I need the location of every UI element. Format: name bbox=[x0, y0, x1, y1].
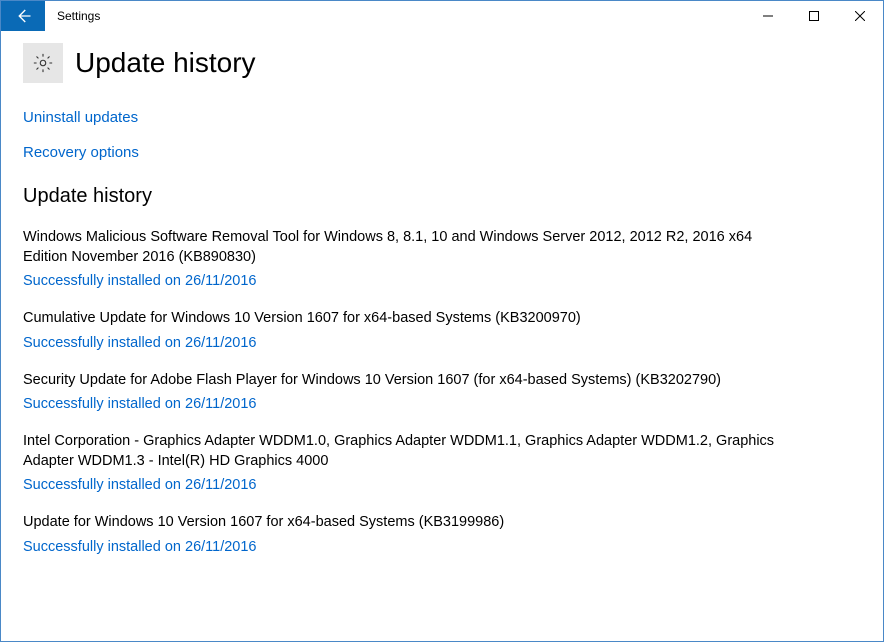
maximize-button[interactable] bbox=[791, 1, 837, 31]
window-title: Settings bbox=[45, 9, 745, 23]
back-button[interactable] bbox=[1, 1, 45, 31]
uninstall-updates-link[interactable]: Uninstall updates bbox=[23, 109, 861, 126]
update-status-link[interactable]: Successfully installed on 26/11/2016 bbox=[23, 539, 861, 555]
window-controls bbox=[745, 1, 883, 31]
update-item: Windows Malicious Software Removal Tool … bbox=[23, 228, 861, 289]
update-status-link[interactable]: Successfully installed on 26/11/2016 bbox=[23, 396, 861, 412]
gear-icon bbox=[32, 52, 54, 74]
update-status-link[interactable]: Successfully installed on 26/11/2016 bbox=[23, 335, 861, 351]
page-icon-box bbox=[23, 43, 63, 83]
minimize-icon bbox=[763, 11, 773, 21]
update-title: Update for Windows 10 Version 1607 for x… bbox=[23, 513, 783, 533]
close-icon bbox=[855, 11, 865, 21]
recovery-options-link[interactable]: Recovery options bbox=[23, 144, 861, 161]
update-title: Security Update for Adobe Flash Player f… bbox=[23, 371, 783, 391]
close-button[interactable] bbox=[837, 1, 883, 31]
maximize-icon bbox=[809, 11, 819, 21]
section-heading: Update history bbox=[23, 185, 861, 208]
titlebar: Settings bbox=[1, 1, 883, 31]
update-status-link[interactable]: Successfully installed on 26/11/2016 bbox=[23, 477, 861, 493]
updates-list: Windows Malicious Software Removal Tool … bbox=[23, 228, 861, 555]
update-title: Cumulative Update for Windows 10 Version… bbox=[23, 309, 783, 329]
back-arrow-icon bbox=[14, 7, 32, 25]
update-status-link[interactable]: Successfully installed on 26/11/2016 bbox=[23, 273, 861, 289]
page-header: Update history bbox=[23, 43, 861, 83]
update-item: Cumulative Update for Windows 10 Version… bbox=[23, 309, 861, 351]
update-title: Intel Corporation - Graphics Adapter WDD… bbox=[23, 432, 783, 471]
page-title: Update history bbox=[75, 47, 256, 79]
update-item: Intel Corporation - Graphics Adapter WDD… bbox=[23, 432, 861, 493]
minimize-button[interactable] bbox=[745, 1, 791, 31]
update-item: Security Update for Adobe Flash Player f… bbox=[23, 371, 861, 413]
content-area: Update history Uninstall updates Recover… bbox=[1, 31, 883, 597]
update-title: Windows Malicious Software Removal Tool … bbox=[23, 228, 783, 267]
update-item: Update for Windows 10 Version 1607 for x… bbox=[23, 513, 861, 555]
